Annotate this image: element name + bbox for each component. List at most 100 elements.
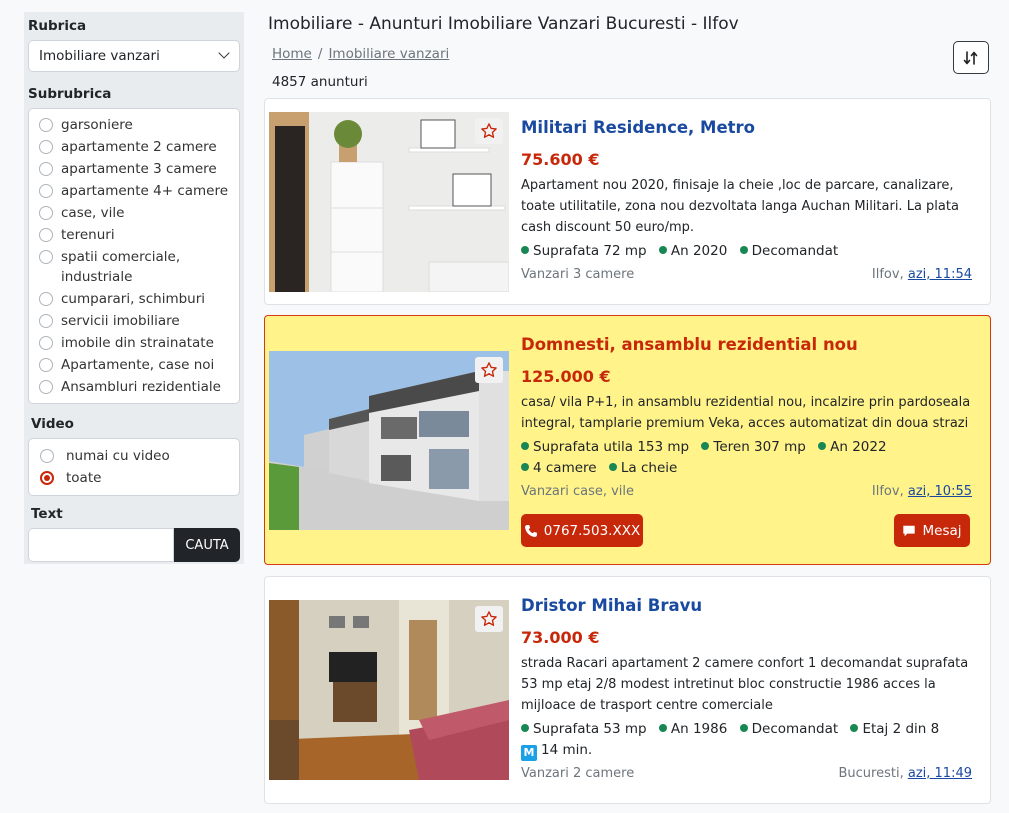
- listing-time[interactable]: azi, 11:54: [908, 267, 972, 282]
- listing-photo[interactable]: [269, 351, 509, 530]
- listing-meta: Vanzari 2 camere Bucuresti, azi, 11:49: [521, 766, 972, 781]
- radio-button[interactable]: [39, 292, 53, 306]
- subrubrica-option[interactable]: Apartamente, case noi: [37, 354, 231, 376]
- subrubrica-option[interactable]: case, vile: [37, 202, 231, 224]
- breadcrumb-category-link[interactable]: Imobiliare vanzari: [328, 46, 449, 62]
- sort-arrows-icon: [963, 50, 978, 65]
- feature-item: Etaj 2 din 8: [850, 719, 939, 740]
- favorite-star-button[interactable]: [475, 118, 503, 144]
- subrubrica-option-label: servicii imobiliare: [61, 313, 180, 329]
- star-icon: [481, 362, 497, 377]
- favorite-star-button[interactable]: [475, 606, 503, 632]
- text-search-group: CAUTA: [28, 528, 240, 562]
- feature-label: Decomandat: [751, 721, 839, 737]
- radio-button[interactable]: [39, 184, 53, 198]
- radio-button[interactable]: [39, 380, 53, 394]
- breadcrumb-home-link[interactable]: Home: [272, 46, 312, 62]
- message-button[interactable]: Mesaj: [894, 514, 970, 547]
- listing-info: Dristor Mihai Bravu 73.000 € strada Raca…: [521, 596, 972, 781]
- radio-button[interactable]: [39, 118, 53, 132]
- feature-item: Suprafata 53 mp: [521, 719, 647, 740]
- listing-description: casa/ vila P+1, in ansamblu rezidential …: [521, 395, 971, 431]
- radio-button[interactable]: [39, 162, 53, 176]
- rubrica-select[interactable]: Imobiliare vanzari: [28, 40, 240, 72]
- subrubrica-option[interactable]: imobile din strainatate: [37, 332, 231, 354]
- feature-item: La cheie: [608, 458, 677, 479]
- listing-location: Ilfov,: [871, 484, 904, 499]
- results-count: 4857 anunturi: [272, 74, 368, 90]
- feature-dot-icon: [658, 724, 667, 732]
- feature-item: An 1986: [658, 719, 728, 740]
- listing-photo[interactable]: [269, 600, 509, 780]
- subrubrica-option-label: terenuri: [61, 227, 115, 243]
- video-option-all[interactable]: toate: [37, 467, 231, 489]
- listing-card[interactable]: Militari Residence, Metro 75.600 € Apart…: [264, 98, 991, 305]
- subrubrica-option[interactable]: terenuri: [37, 224, 231, 246]
- listing-card-premium[interactable]: Domnesti, ansamblu rezidential nou 125.0…: [264, 315, 991, 565]
- listing-time[interactable]: azi, 10:55: [908, 484, 972, 499]
- radio-button[interactable]: [39, 140, 53, 154]
- video-option-label: numai cu video: [66, 448, 170, 464]
- listing-category: Vanzari 2 camere: [521, 766, 635, 781]
- breadcrumb-separator: /: [317, 46, 323, 62]
- listing-features: Suprafata 53 mp An 1986 Decomandat Etaj …: [521, 719, 972, 761]
- subrubrica-label: Subrubrica: [28, 86, 112, 102]
- subrubrica-option-label: apartamente 2 camere: [61, 139, 217, 155]
- feature-label: Suprafata 72 mp: [533, 243, 647, 259]
- metro-item: M 14 min.: [521, 740, 592, 761]
- subrubrica-option-label: spatii comerciale, industriale: [61, 249, 181, 285]
- listing-title[interactable]: Militari Residence, Metro: [521, 118, 972, 137]
- subrubrica-option[interactable]: Ansambluri rezidentiale: [37, 376, 231, 398]
- listing-meta: Vanzari case, vile Ilfov, azi, 10:55: [521, 484, 972, 499]
- radio-button[interactable]: [39, 358, 53, 372]
- listing-card[interactable]: Dristor Mihai Bravu 73.000 € strada Raca…: [264, 576, 991, 804]
- subrubrica-list: garsoniere apartamente 2 camere apartame…: [28, 108, 240, 404]
- search-button[interactable]: CAUTA: [174, 528, 240, 562]
- sort-button[interactable]: [953, 41, 989, 74]
- subrubrica-option[interactable]: apartamente 2 camere: [37, 136, 231, 158]
- subrubrica-option[interactable]: garsoniere: [37, 114, 231, 136]
- video-option-label: toate: [66, 470, 102, 486]
- favorite-star-button[interactable]: [475, 357, 503, 383]
- feature-label: An 2022: [830, 439, 887, 455]
- subrubrica-option[interactable]: servicii imobiliare: [37, 310, 231, 332]
- radio-button[interactable]: [39, 206, 53, 220]
- listing-price: 73.000 €: [521, 628, 600, 647]
- subrubrica-option-label: case, vile: [61, 205, 125, 221]
- listing-features: Suprafata utila 153 mp Teren 307 mp An 2…: [521, 437, 972, 479]
- metro-distance: 14 min.: [541, 742, 593, 758]
- radio-button-selected[interactable]: [40, 471, 54, 485]
- listing-title[interactable]: Domnesti, ansamblu rezidential nou: [521, 335, 972, 354]
- listing-description: Apartament nou 2020, finisaje la cheie ,…: [521, 178, 959, 235]
- feature-dot-icon: [521, 463, 529, 471]
- subrubrica-option[interactable]: apartamente 3 camere: [37, 158, 231, 180]
- listing-location-time: Ilfov, azi, 10:55: [872, 484, 972, 499]
- listing-location: Ilfov,: [871, 267, 904, 282]
- radio-button[interactable]: [39, 250, 53, 264]
- listing-photo[interactable]: [269, 112, 509, 292]
- filter-sidebar: Rubrica Imobiliare vanzari Subrubrica ga…: [24, 12, 244, 564]
- listing-title[interactable]: Dristor Mihai Bravu: [521, 596, 972, 615]
- text-search-input[interactable]: [28, 528, 174, 562]
- feature-item: Decomandat: [739, 719, 839, 740]
- listing-location-time: Ilfov, azi, 11:54: [872, 267, 972, 282]
- chevron-down-icon: [218, 47, 230, 59]
- feature-dot-icon: [658, 246, 667, 254]
- subrubrica-option[interactable]: apartamente 4+ camere: [37, 180, 231, 202]
- feature-dot-icon: [701, 442, 710, 450]
- listing-time[interactable]: azi, 11:49: [908, 766, 972, 781]
- feature-item: Suprafata utila 153 mp: [521, 437, 689, 458]
- listing-price: 125.000 €: [521, 367, 611, 386]
- video-option-only-video[interactable]: numai cu video: [37, 445, 231, 467]
- feature-label: Etaj 2 din 8: [862, 721, 940, 737]
- subrubrica-option[interactable]: spatii comerciale, industriale: [37, 246, 231, 288]
- subrubrica-option[interactable]: cumparari, schimburi: [37, 288, 231, 310]
- radio-button[interactable]: [39, 228, 53, 242]
- radio-button[interactable]: [39, 314, 53, 328]
- star-icon: [481, 611, 497, 626]
- phone-button[interactable]: 0767.503.XXX: [521, 514, 643, 547]
- feature-item: Decomandat: [739, 241, 838, 262]
- feature-label: An 1986: [670, 721, 728, 737]
- radio-button[interactable]: [40, 449, 54, 463]
- radio-button[interactable]: [39, 336, 53, 350]
